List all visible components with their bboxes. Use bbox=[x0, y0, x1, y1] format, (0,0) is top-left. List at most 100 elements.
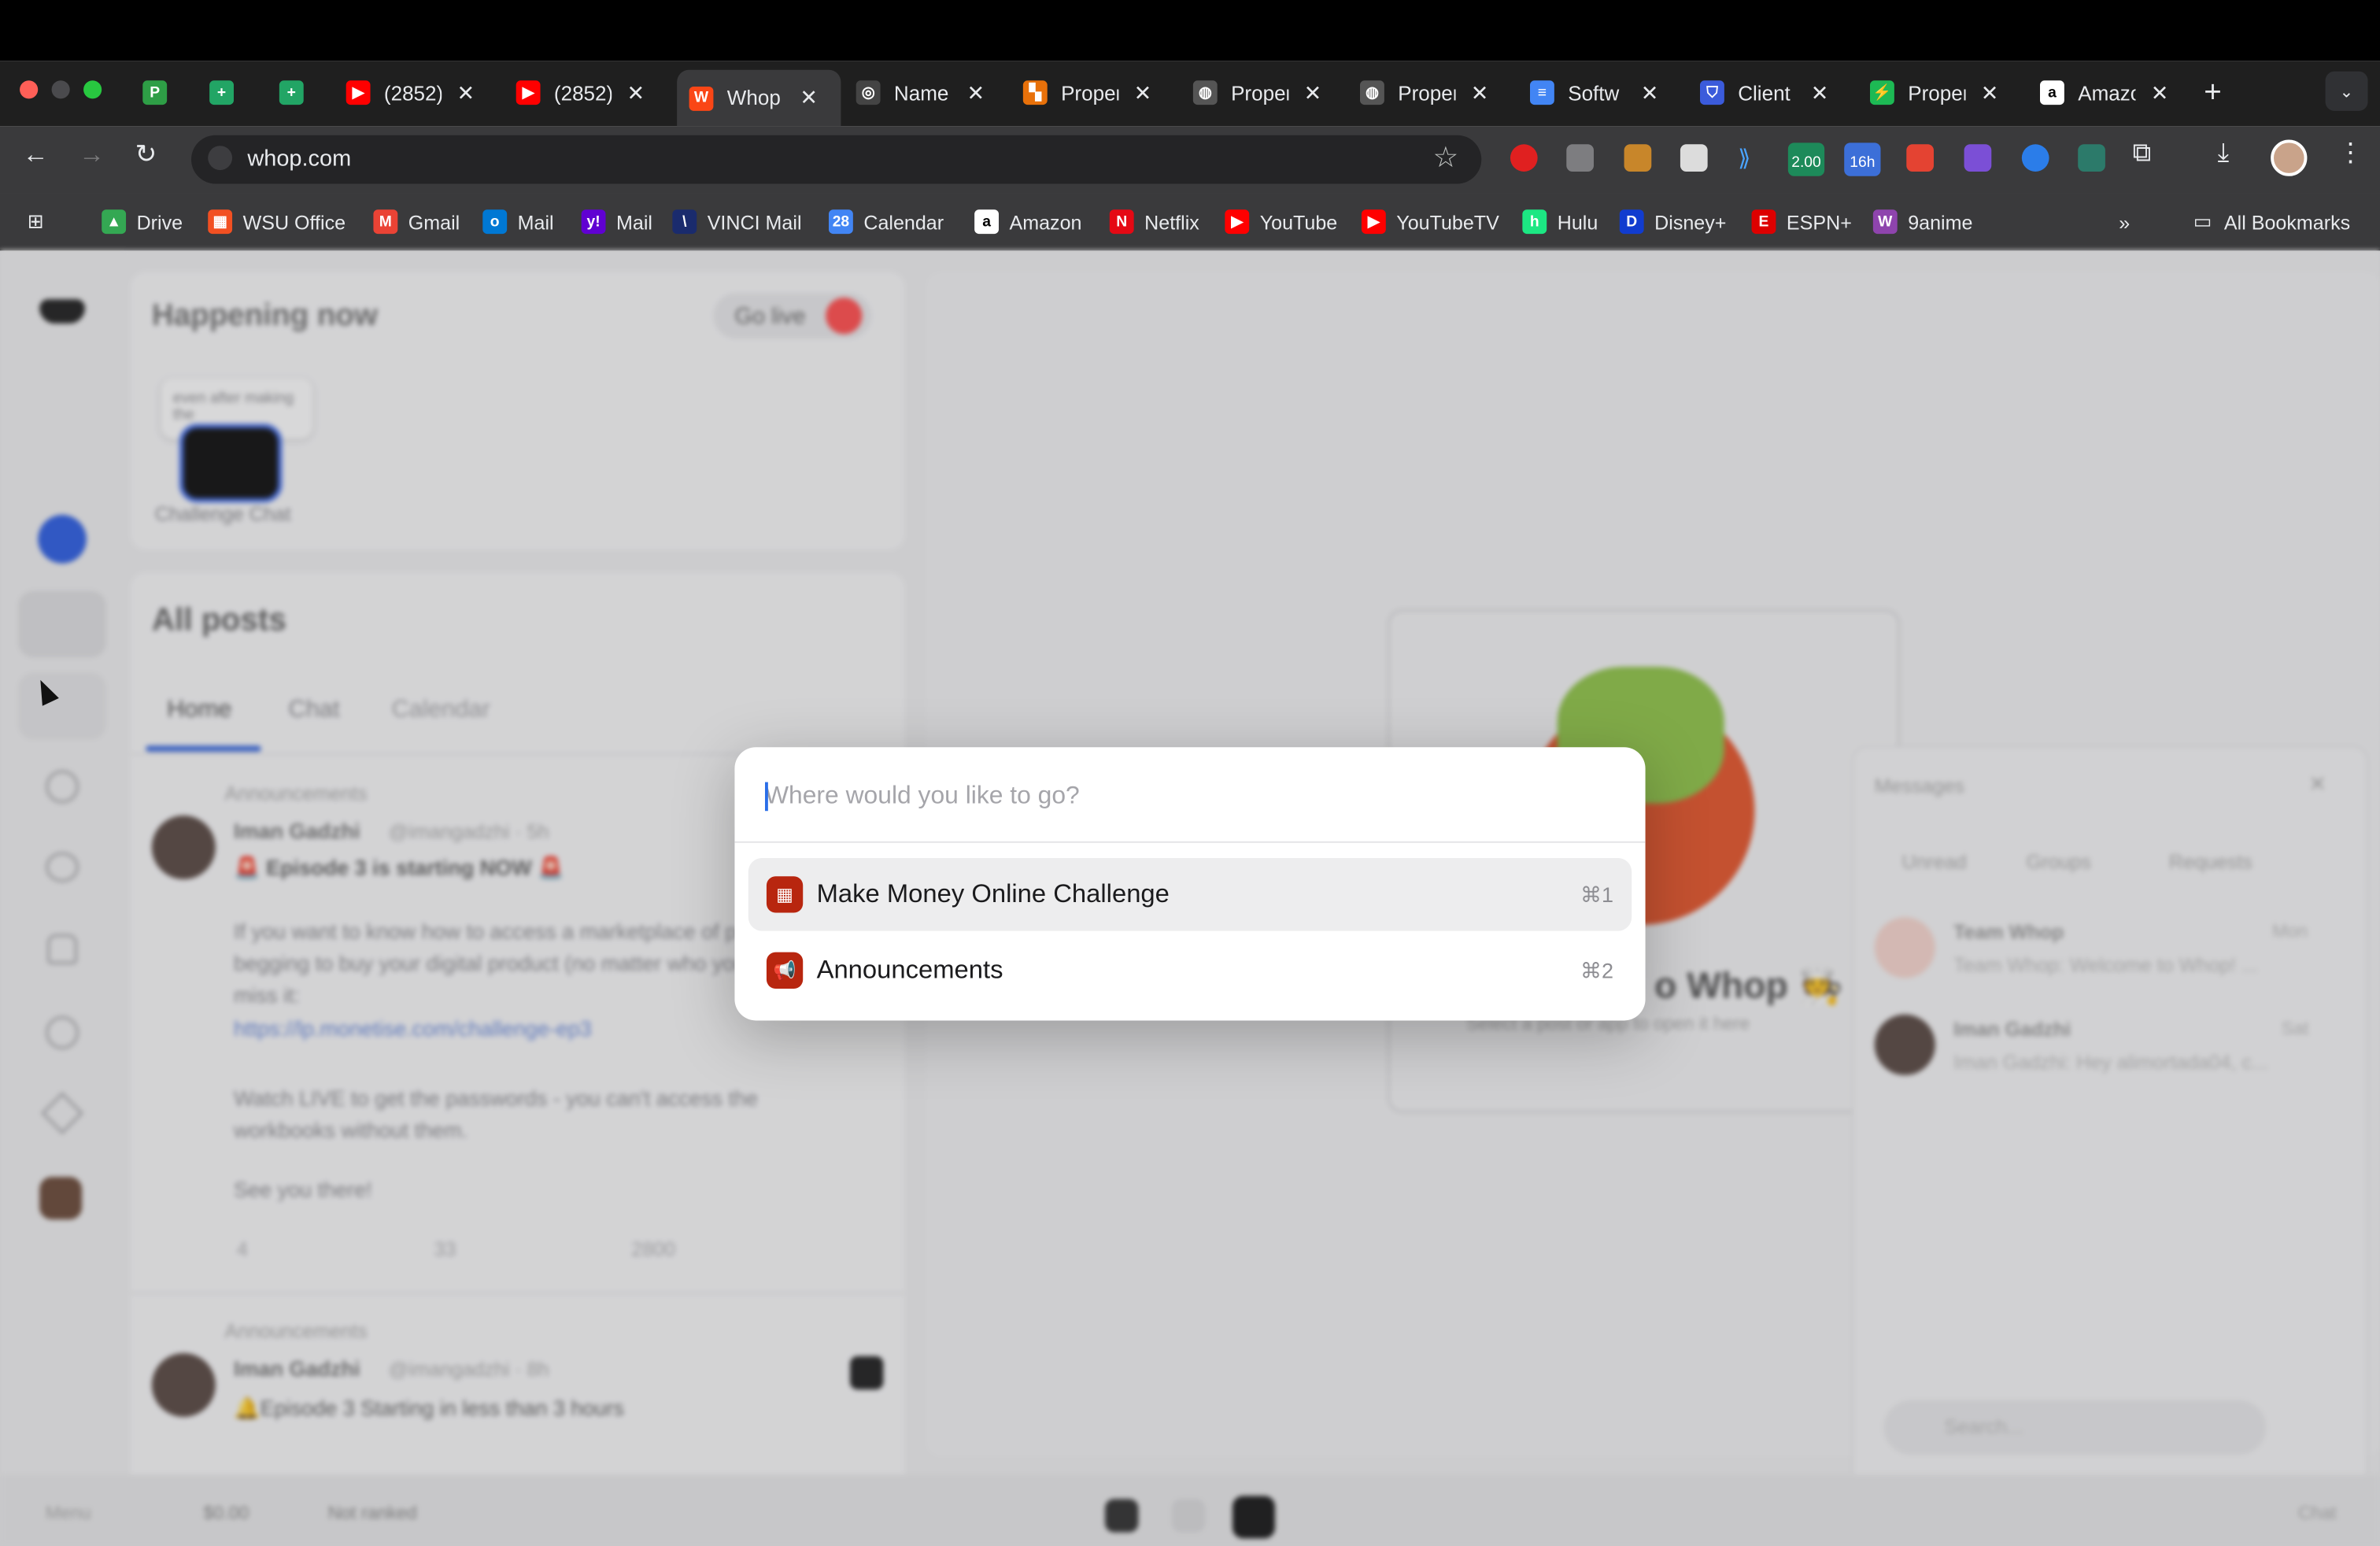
tab-item[interactable]: ▶ (2852) ✕ bbox=[510, 70, 668, 116]
address-url[interactable]: whop.com bbox=[247, 146, 351, 172]
tab-item[interactable]: ▚ Proper ✕ bbox=[1017, 70, 1175, 116]
bookmark-item[interactable]: W 9anime bbox=[1872, 208, 1972, 235]
download-icon[interactable]: ⤓ bbox=[2218, 139, 2229, 169]
bookmark-item[interactable]: E ESPN+ bbox=[1751, 208, 1852, 235]
extensions-puzzle-icon[interactable]: ⧉ bbox=[2133, 139, 2151, 169]
tab-close-icon[interactable]: ✕ bbox=[626, 80, 645, 105]
forward-icon[interactable]: → bbox=[79, 139, 105, 170]
extension-badge-icon[interactable]: 2.00 bbox=[1787, 142, 1825, 176]
tab-item[interactable]: + bbox=[203, 70, 257, 116]
palette-search-input[interactable] bbox=[764, 771, 1615, 820]
bookmark-label: Gmail bbox=[408, 210, 460, 234]
new-tab-button[interactable]: + bbox=[2204, 76, 2222, 110]
tab-item[interactable]: P bbox=[137, 70, 191, 116]
bookmark-item[interactable]: y! Mail bbox=[581, 208, 652, 235]
bookmark-item[interactable]: \ VINCI Mail bbox=[672, 208, 802, 235]
site-info-icon[interactable] bbox=[208, 146, 233, 171]
bookmark-item[interactable]: ▶ YouTube bbox=[1225, 208, 1337, 235]
address-bar[interactable]: whop.com ☆ bbox=[190, 135, 1482, 184]
tab-close-icon[interactable]: ✕ bbox=[1134, 80, 1152, 105]
tab-favicon-icon: ▶ bbox=[346, 80, 371, 105]
bookmark-item[interactable]: M Gmail bbox=[373, 208, 460, 235]
bookmark-label: Drive bbox=[136, 210, 183, 234]
extension-icon[interactable] bbox=[1624, 144, 1652, 172]
tab-close-icon[interactable]: ✕ bbox=[2151, 80, 2169, 105]
tab-close-icon[interactable]: ✕ bbox=[1981, 80, 1999, 105]
tab-close-icon[interactable]: ✕ bbox=[1811, 80, 1829, 105]
reload-icon[interactable]: ↻ bbox=[135, 139, 157, 170]
tab-favicon-icon: + bbox=[279, 80, 304, 105]
extension-icon[interactable] bbox=[1964, 144, 1992, 172]
bookmark-item[interactable]: h Hulu bbox=[1522, 208, 1598, 235]
extension-icon[interactable] bbox=[1566, 144, 1594, 172]
palette-item-shortcut: ⌘2 bbox=[1580, 957, 1614, 982]
bookmark-item[interactable]: ▦ WSU Office bbox=[208, 208, 346, 235]
tab-close-icon[interactable]: ✕ bbox=[966, 80, 985, 105]
tab-title: Amazo bbox=[2078, 81, 2136, 105]
all-bookmarks-button[interactable]: ▭ All Bookmarks bbox=[2193, 208, 2350, 235]
chrome-menu-icon[interactable]: ⋮ bbox=[2338, 139, 2363, 169]
bookmark-favicon-icon: ▦ bbox=[208, 209, 233, 235]
tab-favicon-icon: ⛉ bbox=[1699, 80, 1724, 105]
tab-item[interactable]: + bbox=[273, 70, 327, 116]
window-controls bbox=[20, 80, 102, 99]
bookmark-item[interactable]: o Mail bbox=[482, 208, 554, 235]
tab-item[interactable]: ≡ Softw ✕ bbox=[1524, 70, 1682, 116]
palette-item-announcements[interactable]: 📢 Announcements ⌘2 bbox=[748, 934, 1632, 1008]
tab-close-icon[interactable]: ✕ bbox=[1304, 80, 1322, 105]
tab-favicon-icon: ⚡ bbox=[1869, 80, 1894, 105]
tab-item[interactable]: ◍ Proper ✕ bbox=[1354, 70, 1512, 116]
divider bbox=[734, 841, 1646, 843]
bookmark-item[interactable]: a Amazon bbox=[974, 208, 1081, 235]
extension-icon[interactable]: ⟫ bbox=[1738, 144, 1765, 172]
tab-item[interactable]: ▶ (2852) ✕ bbox=[340, 70, 498, 116]
bookmark-item[interactable]: N Netflix bbox=[1109, 208, 1199, 235]
tab-search-button[interactable]: ⌄ bbox=[2325, 71, 2368, 111]
tab-item[interactable]: ◎ Name ✕ bbox=[850, 70, 1008, 116]
maximize-window-button[interactable] bbox=[83, 80, 102, 99]
tab-close-icon[interactable]: ✕ bbox=[1641, 80, 1659, 105]
tab-favicon-icon: ≡ bbox=[1529, 80, 1554, 105]
tab-close-icon[interactable]: ✕ bbox=[1471, 80, 1489, 105]
bookmark-label: ESPN+ bbox=[1786, 210, 1852, 234]
bookmark-item[interactable]: ▶ YouTubeTV bbox=[1361, 208, 1499, 235]
minimize-window-button[interactable] bbox=[51, 80, 70, 99]
avatar[interactable] bbox=[2271, 139, 2308, 176]
tab-item[interactable]: ⚡ Proper ✕ bbox=[1864, 70, 2022, 116]
bookmark-item[interactable]: ▲ Drive bbox=[102, 208, 183, 235]
bookmark-item[interactable]: 28 Calendar bbox=[828, 208, 944, 235]
tab-favicon-icon: ▚ bbox=[1022, 80, 1048, 105]
extension-icon[interactable] bbox=[1906, 144, 1934, 172]
bookmarks-overflow-icon[interactable]: » bbox=[2119, 208, 2130, 235]
bookmark-item[interactable]: D Disney+ bbox=[1619, 208, 1726, 235]
tab-item[interactable]: a Amazo ✕ bbox=[2034, 70, 2192, 116]
bookmark-label: VINCI Mail bbox=[707, 210, 802, 234]
bookmark-label: WSU Office bbox=[242, 210, 346, 234]
browser-window: P + + ▶ (2852) ✕ ▶ (2852) ✕ W Whop ✕ ◎ Name ✕ ▚ Proper ✕ ◍… bbox=[0, 0, 2380, 1546]
tab-favicon-icon: ◍ bbox=[1359, 80, 1384, 105]
extension-badge-icon[interactable]: 16h bbox=[1844, 142, 1881, 176]
palette-item-make-money-online-challenge[interactable]: ▦ Make Money Online Challenge ⌘1 bbox=[748, 858, 1632, 931]
back-icon[interactable]: ← bbox=[23, 139, 49, 170]
tab-item[interactable]: ◍ Proper ✕ bbox=[1187, 70, 1345, 116]
close-window-button[interactable] bbox=[20, 80, 39, 99]
extension-icon[interactable] bbox=[1510, 144, 1538, 172]
all-bookmarks-label: All Bookmarks bbox=[2223, 210, 2351, 234]
extension-icon[interactable] bbox=[1680, 144, 1708, 172]
bookmark-star-icon[interactable]: ☆ bbox=[1432, 141, 1458, 176]
tab-title: Name bbox=[893, 81, 949, 105]
tab-title: Proper bbox=[1061, 81, 1119, 105]
folder-icon: ▭ bbox=[2193, 209, 2212, 233]
tab-close-icon[interactable]: ✕ bbox=[800, 85, 818, 111]
tab-item[interactable]: ⛉ Client ✕ bbox=[1694, 70, 1852, 116]
tab-close-icon[interactable]: ✕ bbox=[456, 80, 475, 105]
extension-icon[interactable] bbox=[2021, 144, 2049, 172]
tab-favicon-icon: ◍ bbox=[1192, 80, 1218, 105]
extension-icon[interactable] bbox=[2078, 144, 2105, 172]
bookmark-favicon-icon: ▲ bbox=[102, 209, 127, 235]
bookmark-favicon-icon: 28 bbox=[828, 209, 853, 235]
tab-item[interactable]: W Whop ✕ bbox=[677, 69, 841, 127]
bookmark-label: Amazon bbox=[1009, 210, 1082, 234]
apps-grid-icon[interactable]: ⊞ bbox=[28, 208, 44, 235]
bookmark-label: YouTube bbox=[1259, 210, 1338, 234]
